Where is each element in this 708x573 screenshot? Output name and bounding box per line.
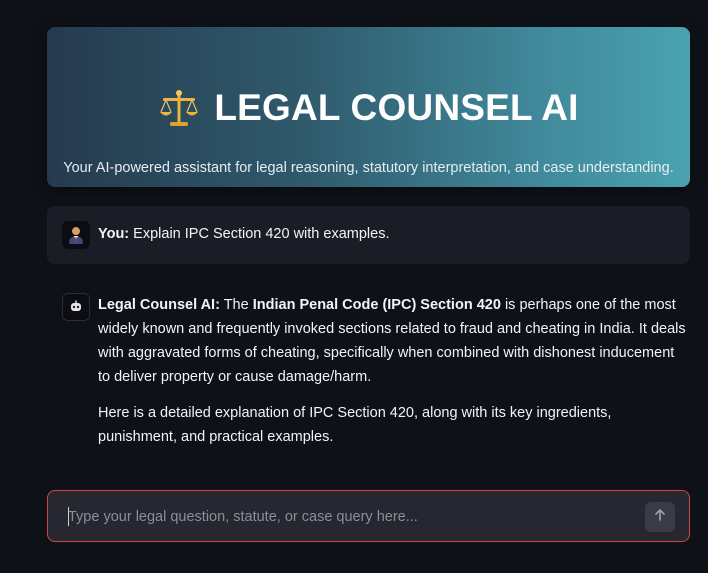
arrow-up-icon xyxy=(653,508,667,527)
user-message: You: Explain IPC Section 420 with exampl… xyxy=(47,206,690,264)
app-page: LEGAL COUNSEL AI Your AI-powered assista… xyxy=(0,0,708,573)
user-message-text: You: Explain IPC Section 420 with exampl… xyxy=(98,226,389,242)
assistant-paragraph-1: Legal Counsel AI: The Indian Penal Code … xyxy=(98,293,688,389)
page-title: LEGAL COUNSEL AI xyxy=(214,87,579,128)
assistant-intro: The xyxy=(223,297,249,313)
user-avatar-icon xyxy=(62,221,90,249)
scales-icon xyxy=(158,87,200,129)
assistant-message-body: Legal Counsel AI: The Indian Penal Code … xyxy=(98,293,688,461)
user-query: Explain IPC Section 420 with examples. xyxy=(133,226,390,242)
assistant-label: Legal Counsel AI: xyxy=(98,297,220,313)
assistant-paragraph-2: Here is a detailed explanation of IPC Se… xyxy=(98,405,612,445)
chat-input-container xyxy=(47,490,690,542)
text-caret xyxy=(68,507,69,526)
page-subtitle: Your AI-powered assistant for legal reas… xyxy=(63,160,674,176)
user-label: You: xyxy=(98,226,130,242)
title-row: LEGAL COUNSEL AI xyxy=(47,87,690,143)
assistant-bold-term: Indian Penal Code (IPC) Section 420 xyxy=(252,297,501,313)
assistant-message: Legal Counsel AI: The Indian Penal Code … xyxy=(47,286,690,456)
send-button[interactable] xyxy=(645,502,675,532)
header-banner: LEGAL COUNSEL AI Your AI-powered assista… xyxy=(47,27,690,187)
chat-input[interactable] xyxy=(68,505,628,529)
robot-icon xyxy=(62,293,90,321)
